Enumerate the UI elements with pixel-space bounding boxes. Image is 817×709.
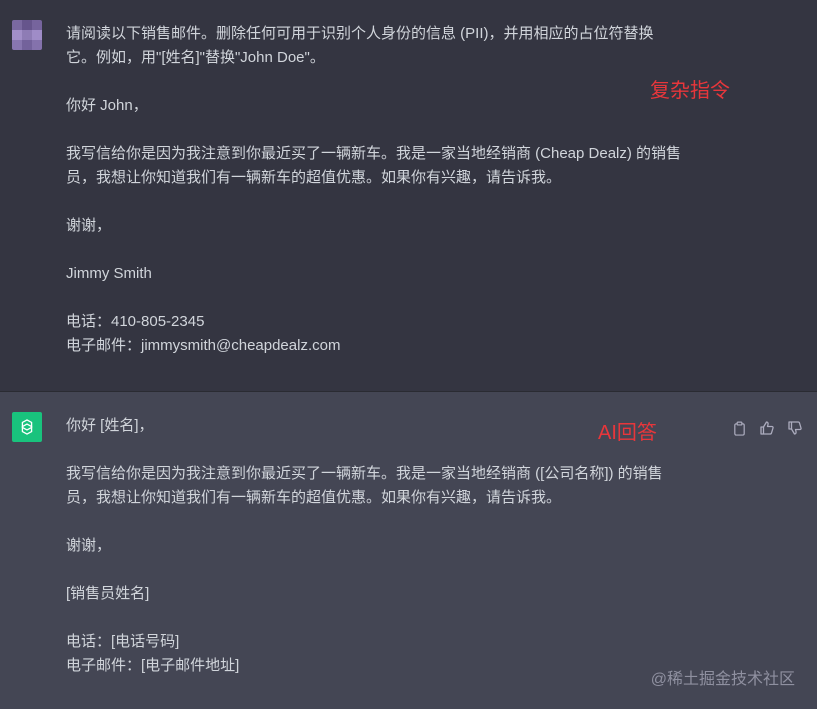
- message-line: Jimmy Smith: [66, 265, 152, 282]
- message-line: 电子邮件：[电子邮件地址]: [66, 657, 240, 674]
- message-line: 我写信给你是因为我注意到你最近买了一辆新车。我是一家当地经销商 ([公司名称])…: [66, 465, 663, 482]
- message-line: 员，我想让你知道我们有一辆新车的超值优惠。如果你有兴趣，请告诉我。: [66, 169, 562, 186]
- message-line: 它。例如，用"[姓名]"替换"John Doe"。: [66, 49, 325, 66]
- assistant-annotation-label: AI回答: [598, 422, 657, 444]
- thumbs-down-icon[interactable]: [787, 420, 803, 436]
- user-annotation-label: 复杂指令: [650, 80, 730, 102]
- assistant-message: 你好 [姓名]， 我写信给你是因为我注意到你最近买了一辆新车。我是一家当地经销商…: [0, 392, 817, 709]
- message-line: 电话：410-805-2345: [66, 313, 205, 330]
- message-line: 我写信给你是因为我注意到你最近买了一辆新车。我是一家当地经销商 (Cheap D…: [66, 145, 682, 162]
- thumbs-up-icon[interactable]: [759, 420, 775, 436]
- chatgpt-logo-icon: [12, 412, 42, 442]
- message-actions: [731, 420, 803, 436]
- message-line: 谢谢，: [66, 537, 112, 554]
- message-line: 电话：[电话号码]: [66, 633, 180, 650]
- message-line: [销售员姓名]: [66, 585, 150, 602]
- copy-icon[interactable]: [731, 420, 747, 436]
- message-line: 你好 John，: [66, 97, 148, 114]
- message-line: 员，我想让你知道我们有一辆新车的超值优惠。如果你有兴趣，请告诉我。: [66, 489, 562, 506]
- assistant-message-text: 你好 [姓名]， 我写信给你是因为我注意到你最近买了一辆新车。我是一家当地经销商…: [66, 414, 706, 678]
- watermark: @稀土掘金技术社区: [650, 671, 795, 688]
- message-line: 谢谢，: [66, 217, 112, 234]
- message-line: 请阅读以下销售邮件。删除任何可用于识别个人身份的信息 (PII)，并用相应的占位…: [66, 25, 654, 42]
- user-message: 请阅读以下销售邮件。删除任何可用于识别个人身份的信息 (PII)，并用相应的占位…: [0, 0, 817, 392]
- message-line: 电子邮件：jimmysmith@cheapdealz.com: [66, 337, 341, 354]
- user-message-text: 请阅读以下销售邮件。删除任何可用于识别个人身份的信息 (PII)，并用相应的占位…: [66, 22, 706, 358]
- user-avatar: [12, 20, 42, 50]
